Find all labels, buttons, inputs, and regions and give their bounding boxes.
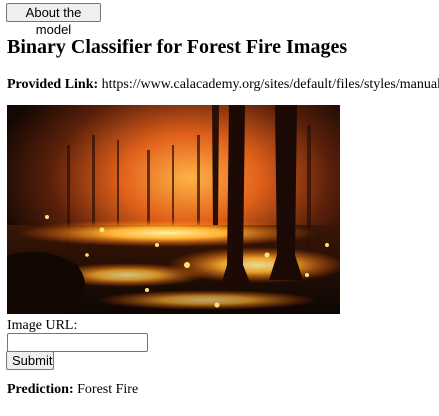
prediction-value: Forest Fire <box>77 382 139 397</box>
provided-link-url: https://www.calacademy.org/sites/default… <box>101 77 439 92</box>
page-title: Binary Classifier for Forest Fire Images <box>7 36 348 58</box>
prediction-label: Prediction: <box>7 382 74 397</box>
image-url-input[interactable] <box>7 333 148 352</box>
forest-fire-image <box>7 105 340 314</box>
prediction-result: Prediction: Forest Fire <box>7 382 138 398</box>
about-model-button[interactable]: About the model <box>6 3 101 37</box>
submit-button[interactable]: Submit <box>6 351 54 370</box>
provided-link-line: Provided Link: https://www.calacademy.or… <box>7 77 439 93</box>
image-url-label: Image URL: <box>7 318 78 333</box>
provided-link-label: Provided Link: <box>7 77 99 92</box>
